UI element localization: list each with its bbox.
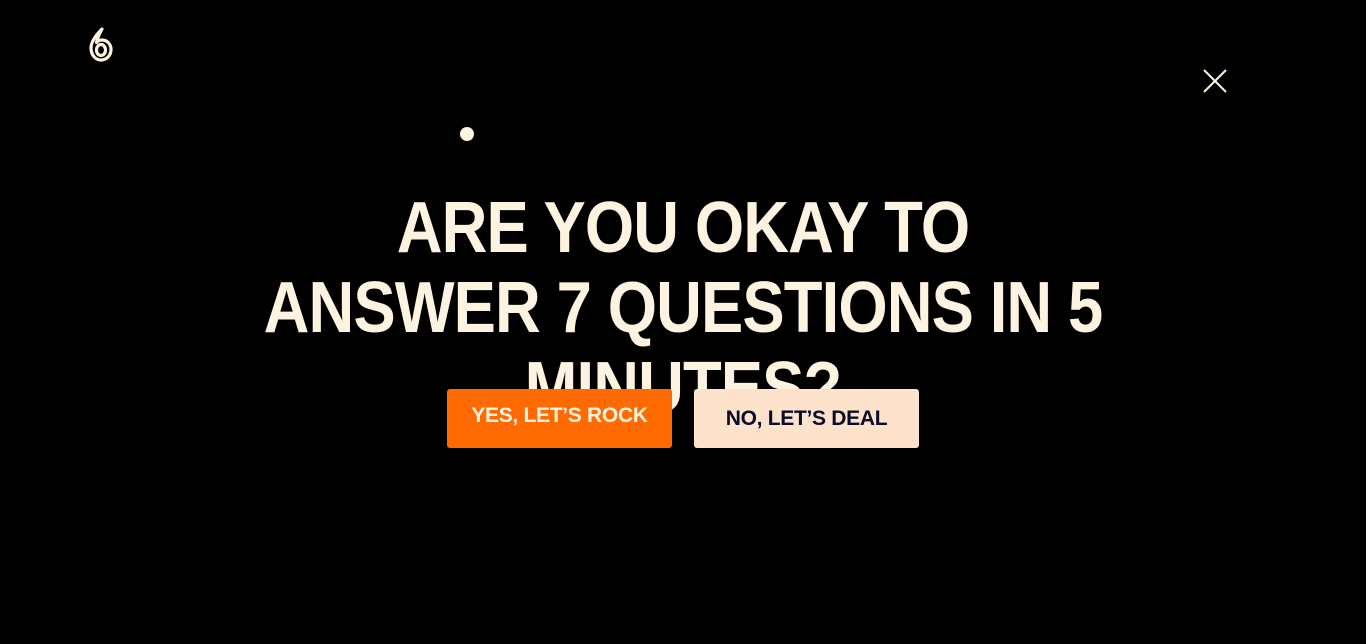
question-heading: ARE YOU OKAY TO ANSWER 7 QUESTIONS IN 5 … <box>263 188 1104 428</box>
no-button[interactable]: NO, LET’S DEAL <box>694 389 919 448</box>
flame-logo-icon[interactable] <box>86 27 116 63</box>
close-icon[interactable] <box>1199 65 1231 97</box>
yes-button[interactable]: YES, LET’S ROCK <box>447 389 672 448</box>
no-button-label: NO, LET’S DEAL <box>725 406 888 430</box>
yes-button-label: YES, LET’S ROCK <box>471 403 648 427</box>
quiz-intro-screen: ARE YOU OKAY TO ANSWER 7 QUESTIONS IN 5 … <box>0 0 1366 644</box>
progress-dot <box>460 127 474 141</box>
